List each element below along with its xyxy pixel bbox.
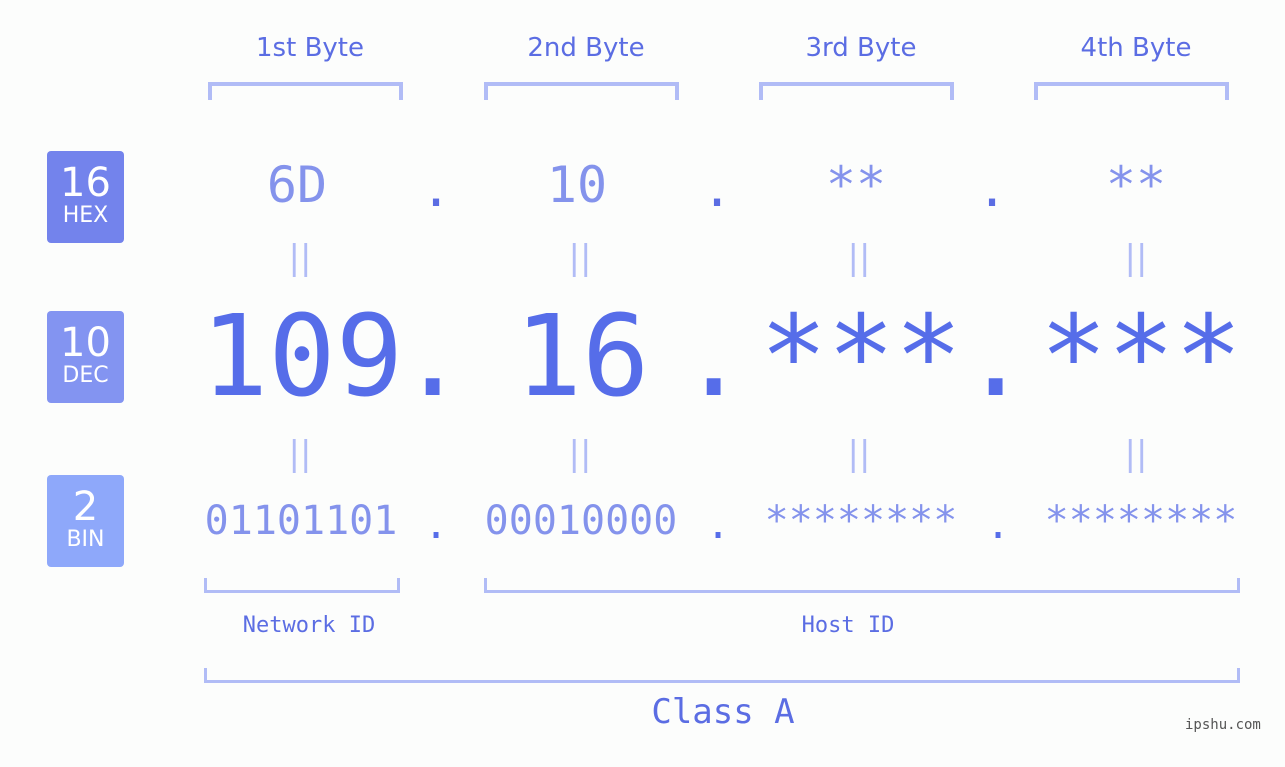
byte-header-1: 1st Byte <box>256 33 364 63</box>
byte-header-3: 3rd Byte <box>805 33 917 63</box>
hex-byte-4: ** <box>1105 156 1167 214</box>
equals-hex-dec-1: || <box>288 238 312 278</box>
host-id-label: Host ID <box>801 613 895 638</box>
equals-hex-dec-3: || <box>847 238 871 278</box>
host-id-bracket <box>484 578 1240 593</box>
hex-byte-1: 6D <box>266 156 328 214</box>
bin-byte-4: ******** <box>1044 498 1238 544</box>
hex-separator-1: . <box>421 160 452 218</box>
bin-badge-label: BIN <box>66 527 105 552</box>
bin-badge-number: 2 <box>72 484 99 530</box>
byte-header-4: 4th Byte <box>1080 33 1192 63</box>
bin-byte-2: 00010000 <box>484 498 678 544</box>
hex-badge-label: HEX <box>62 203 109 228</box>
equals-hex-dec-4: || <box>1124 238 1148 278</box>
hex-byte-3: ** <box>825 156 887 214</box>
byte-bracket-3 <box>759 82 954 100</box>
footer-watermark: ipshu.com <box>1185 717 1261 733</box>
class-bracket <box>204 668 1240 683</box>
byte-header-2: 2nd Byte <box>527 33 645 63</box>
bin-badge: 2 BIN <box>47 475 124 567</box>
bin-byte-3: ******** <box>764 498 958 544</box>
byte-bracket-1 <box>208 82 403 100</box>
dec-badge: 10 DEC <box>47 311 124 403</box>
network-id-bracket <box>204 578 400 593</box>
dec-badge-label: DEC <box>62 363 109 388</box>
network-id-label: Network ID <box>242 613 376 638</box>
dec-badge-number: 10 <box>60 320 111 366</box>
hex-separator-2: . <box>702 160 733 218</box>
byte-bracket-4 <box>1034 82 1229 100</box>
equals-dec-bin-1: || <box>288 434 312 474</box>
bin-byte-1: 01101101 <box>204 498 398 544</box>
equals-dec-bin-3: || <box>847 434 871 474</box>
hex-badge-number: 16 <box>60 160 111 206</box>
hex-badge: 16 HEX <box>47 151 124 243</box>
bin-separator-1: . <box>424 502 449 548</box>
equals-dec-bin-2: || <box>568 434 592 474</box>
equals-dec-bin-4: || <box>1124 434 1148 474</box>
equals-hex-dec-2: || <box>568 238 592 278</box>
byte-bracket-2 <box>484 82 679 100</box>
dec-byte-3: *** <box>759 292 963 422</box>
hex-byte-2: 10 <box>546 156 608 214</box>
class-label: Class A <box>651 692 795 732</box>
dec-byte-4: *** <box>1039 292 1243 422</box>
hex-separator-3: . <box>977 160 1008 218</box>
